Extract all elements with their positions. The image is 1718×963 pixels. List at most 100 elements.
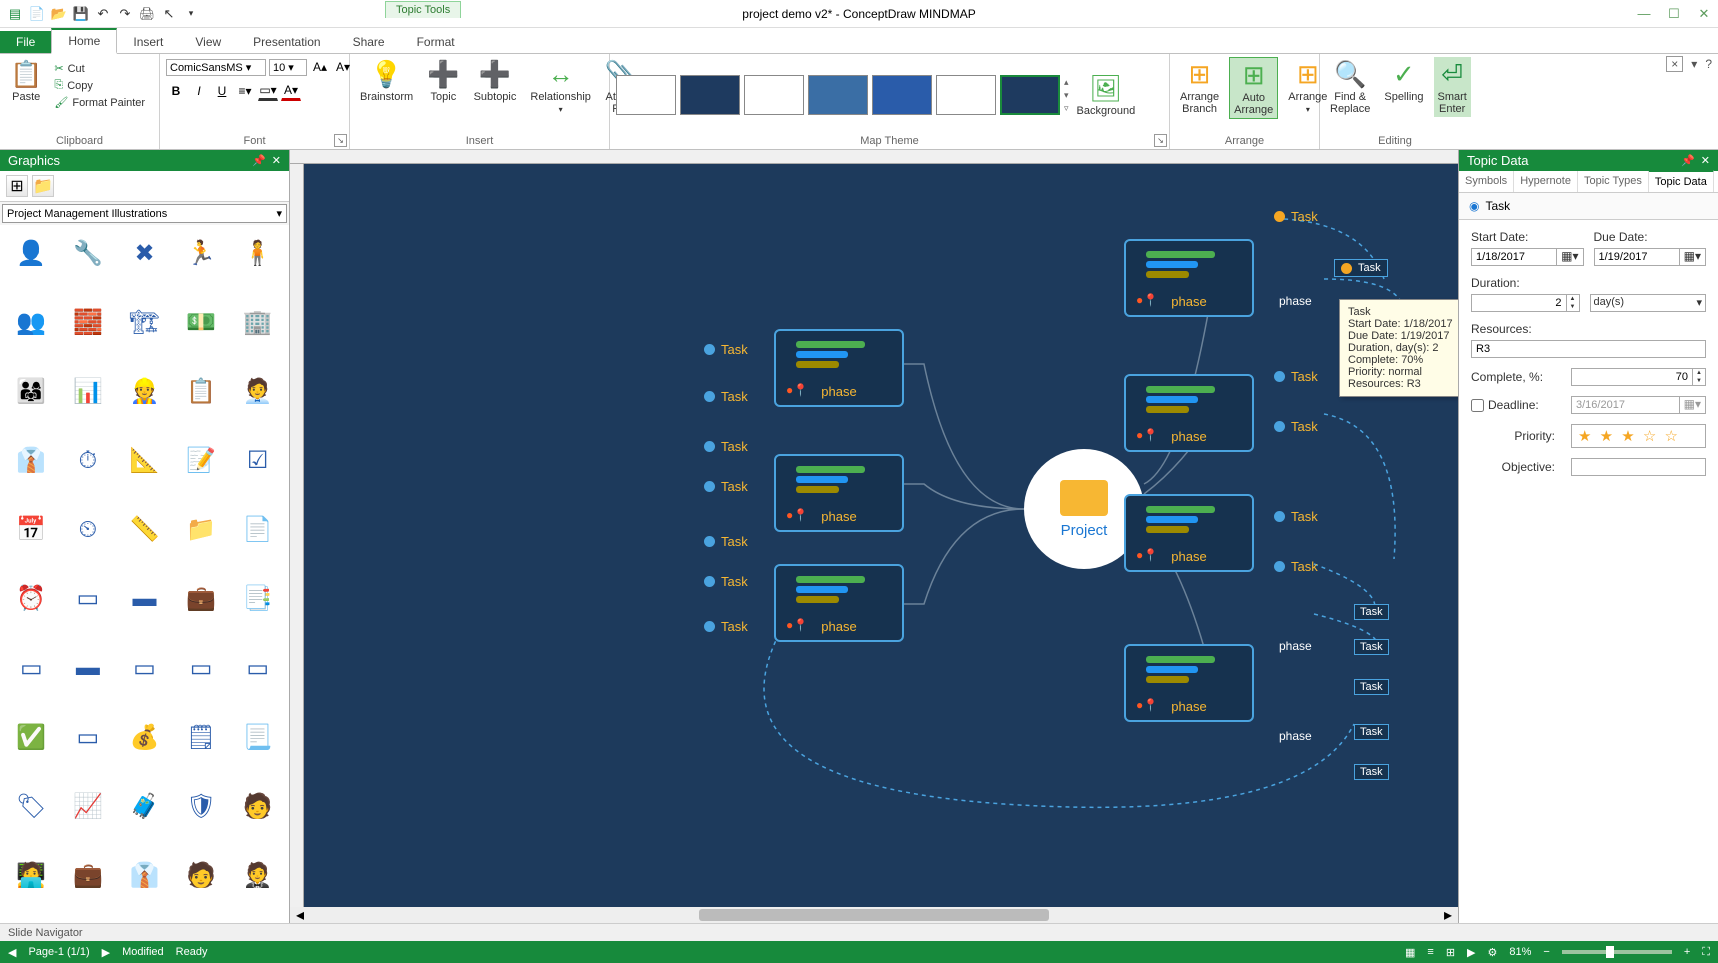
graphics-item[interactable]: 🏗 [117,298,172,346]
task-node[interactable]: Task [704,389,748,404]
font-dialog-launcher[interactable]: ↘ [334,134,347,147]
graphics-item[interactable]: 🧱 [61,298,116,346]
graphics-item[interactable]: 🛡 [174,783,229,831]
qat-menu-icon[interactable]: ▤ [6,5,24,23]
graphics-item[interactable]: 📐 [117,437,172,485]
duration-unit-combo[interactable]: day(s)▾ [1590,294,1707,312]
collapse-ribbon-icon[interactable]: ▾ [1691,57,1697,71]
tab-format[interactable]: Format [401,31,471,53]
graphics-item[interactable]: 📄 [230,506,285,554]
duration-input[interactable] [1471,294,1567,312]
graphics-item[interactable]: ▭ [117,644,172,692]
maptheme-dialog-launcher[interactable]: ↘ [1154,134,1167,147]
map-theme-2[interactable] [680,75,740,115]
align-icon[interactable]: ≡▾ [235,81,255,101]
resources-input[interactable] [1471,340,1706,358]
graphics-item[interactable]: 👔 [4,437,59,485]
brainstorm-button[interactable]: 💡Brainstorm [356,57,417,105]
task-node[interactable]: Task [704,534,748,549]
graphics-item[interactable]: 📁 [174,506,229,554]
mindmap-canvas[interactable]: Project ●📍 phase ●📍 phase ●📍 phase [304,164,1458,907]
topic-button[interactable]: ➕Topic [423,57,463,105]
play-icon[interactable]: ▶ [1467,946,1475,959]
phase-node[interactable]: ●📍 phase [1124,374,1254,452]
graphics-item[interactable]: ▭ [61,575,116,623]
cut-button[interactable]: ✂Cut [52,61,147,76]
task-node[interactable]: Task [704,479,748,494]
view-tree-icon[interactable]: ⊞ [1446,946,1455,959]
graphics-item[interactable]: ▭ [174,644,229,692]
map-theme-6[interactable] [936,75,996,115]
smart-enter-button[interactable]: ⏎Smart Enter [1434,57,1471,117]
task-node[interactable]: Task [1354,604,1389,620]
tab-topic-types[interactable]: Topic Types [1578,171,1649,192]
slide-navigator[interactable]: Slide Navigator [0,923,1718,941]
tab-hypernote[interactable]: Hypernote [1514,171,1578,192]
close-panel-icon[interactable]: ✕ [1701,154,1710,167]
graphics-item[interactable]: 🧍 [230,229,285,277]
graphics-item[interactable]: ✅ [4,713,59,761]
page-next-icon[interactable]: ▶ [102,946,110,959]
graphics-item[interactable]: 🧑 [174,852,229,900]
phase-node[interactable]: ●📍 phase [1124,239,1254,317]
map-theme-5[interactable] [872,75,932,115]
auto-arrange-button[interactable]: ⊞Auto Arrange [1229,57,1278,119]
bold-icon[interactable]: B [166,81,186,101]
phase-node[interactable]: ●📍 phase [774,329,904,407]
maximize-icon[interactable]: ☐ [1664,5,1684,23]
spinner-buttons[interactable]: ▲▼ [1693,368,1706,386]
start-date-input[interactable] [1471,248,1557,266]
tab-presentation[interactable]: Presentation [237,31,336,53]
undo-icon[interactable]: ↶ [94,5,112,23]
new-icon[interactable]: 📄 [28,5,46,23]
redo-icon[interactable]: ↷ [116,5,134,23]
task-node[interactable]: Task [1354,639,1389,655]
graphics-item[interactable]: 🏢 [230,298,285,346]
priority-stars[interactable]: ★ ★ ★ ☆ ☆ [1571,424,1706,448]
paste-button[interactable]: 📋 Paste [6,57,46,105]
background-button[interactable]: 🖼Background [1073,71,1140,119]
phase-node[interactable]: ●📍 phase [1124,494,1254,572]
phase-node[interactable]: ●📍 phase [774,564,904,642]
graphics-item[interactable]: 🔧 [61,229,116,277]
graphics-item[interactable]: 🧑‍💻 [4,852,59,900]
graphics-item[interactable]: 📃 [230,713,285,761]
relationship-button[interactable]: ↔Relationship▾ [526,57,595,116]
graphics-item[interactable]: ▭ [230,644,285,692]
graphics-item[interactable]: 📑 [230,575,285,623]
objective-input[interactable] [1571,458,1706,476]
graphics-item[interactable]: 💵 [174,298,229,346]
due-date-input[interactable] [1594,248,1680,266]
mini-phase[interactable]: phase [1279,294,1312,308]
graphics-item[interactable]: ▬ [61,644,116,692]
graphics-item[interactable]: 🧑‍💼 [230,367,285,415]
task-node[interactable]: Task [1354,724,1389,740]
font-color-icon[interactable]: A▾ [281,81,301,101]
print-icon[interactable]: 🖨 [138,5,156,23]
graphics-item[interactable]: 💰 [117,713,172,761]
task-node[interactable]: Task [704,439,748,454]
graphics-category-dropdown[interactable]: Project Management Illustrations▾ [2,204,287,223]
find-replace-button[interactable]: 🔍Find & Replace [1326,57,1374,117]
graphics-item[interactable]: 📊 [61,367,116,415]
task-node[interactable]: Task [1274,509,1318,524]
graphics-item[interactable]: 📈 [61,783,116,831]
view-layout-icon[interactable]: ▦ [1405,946,1415,959]
tab-insert[interactable]: Insert [117,31,179,53]
view-outline-icon[interactable]: ≡ [1427,946,1433,958]
graphics-item[interactable]: 👨‍👩‍👧 [4,367,59,415]
gear-icon[interactable]: ⚙ [1488,946,1498,959]
graphics-item[interactable]: 📋 [174,367,229,415]
close-panel-icon[interactable]: × [1666,56,1683,72]
task-node[interactable]: Task [1354,764,1389,780]
graphics-item[interactable]: 📝 [174,437,229,485]
mini-phase[interactable]: phase [1279,639,1312,653]
cursor-icon[interactable]: ↖ [160,5,178,23]
pin-icon[interactable]: 📌 [1681,154,1695,167]
graphics-item[interactable]: 🗒 [174,713,229,761]
graphics-item[interactable]: 📏 [117,506,172,554]
open-icon[interactable]: 📂 [50,5,68,23]
map-theme-1[interactable] [616,75,676,115]
map-theme-7[interactable] [1000,75,1060,115]
spelling-button[interactable]: ✓Spelling [1380,57,1427,105]
